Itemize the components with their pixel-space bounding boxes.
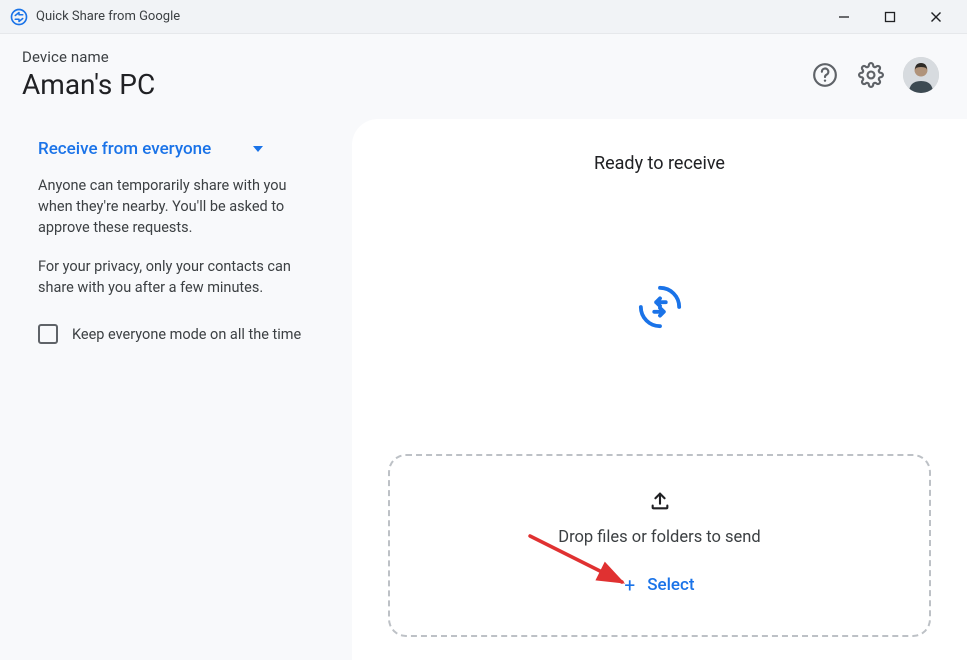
receive-description-1: Anyone can temporarily share with you wh… (38, 175, 318, 238)
help-button[interactable] (811, 61, 839, 89)
sidebar: Receive from everyone Anyone can tempora… (0, 119, 352, 660)
receive-description-2: For your privacy, only your contacts can… (38, 256, 318, 298)
select-files-label: Select (647, 575, 694, 595)
select-files-button[interactable]: + Select (624, 575, 694, 595)
drop-zone[interactable]: Drop files or folders to send + Select (388, 454, 931, 637)
device-name-label: Device name (22, 48, 811, 66)
upload-icon (649, 490, 671, 516)
main-panel: Ready to receive Drop files or folders t… (352, 119, 967, 660)
close-button[interactable] (913, 0, 959, 34)
receive-mode-label: Receive from everyone (38, 139, 211, 159)
header: Device name Aman's PC (0, 34, 967, 119)
ready-title: Ready to receive (388, 153, 931, 174)
titlebar: Quick Share from Google (0, 0, 967, 34)
chevron-down-icon (253, 146, 263, 152)
window-controls (821, 0, 959, 34)
keep-everyone-checkbox-label: Keep everyone mode on all the time (72, 326, 301, 343)
receive-mode-dropdown[interactable]: Receive from everyone (38, 139, 322, 159)
drop-text: Drop files or folders to send (558, 528, 760, 547)
keep-everyone-checkbox-row[interactable]: Keep everyone mode on all the time (38, 324, 322, 344)
quick-share-logo-icon (10, 8, 28, 26)
quick-share-transfer-icon (637, 284, 683, 334)
keep-everyone-checkbox[interactable] (38, 324, 58, 344)
titlebar-title: Quick Share from Google (36, 9, 180, 24)
plus-icon: + (624, 576, 635, 595)
maximize-button[interactable] (867, 0, 913, 34)
avatar[interactable] (903, 57, 939, 93)
settings-button[interactable] (857, 61, 885, 89)
device-name: Aman's PC (22, 68, 811, 101)
minimize-button[interactable] (821, 0, 867, 34)
